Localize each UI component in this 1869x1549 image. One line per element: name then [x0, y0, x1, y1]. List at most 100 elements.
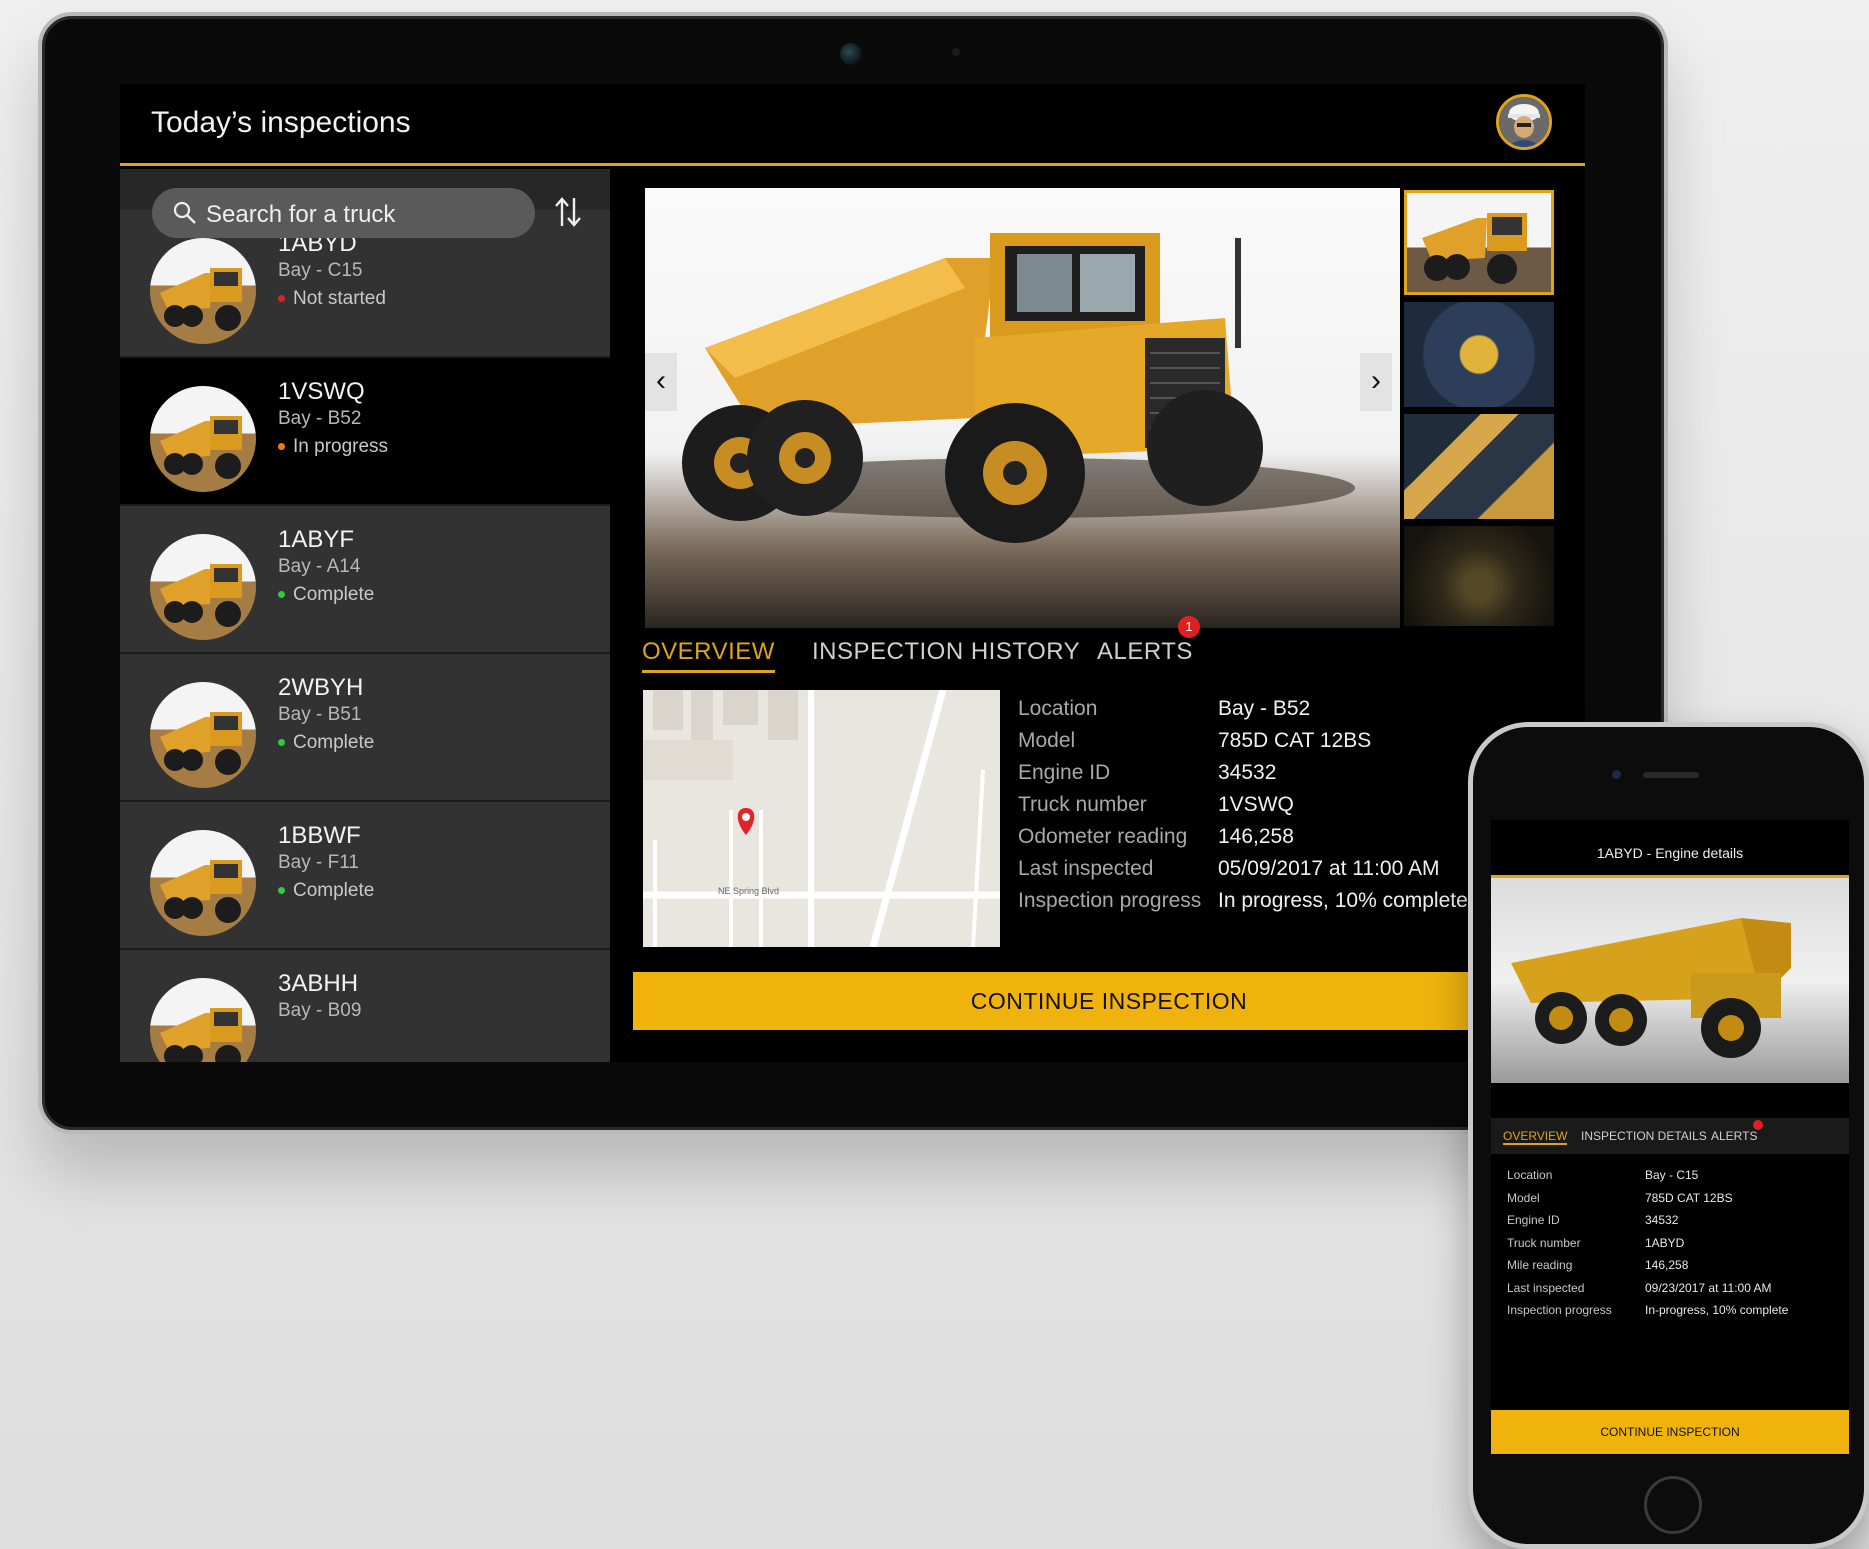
chevron-right-icon: › — [1371, 364, 1381, 397]
status-dot — [278, 443, 285, 451]
truck-bay: Bay - C15 — [278, 260, 363, 281]
phone-detail-label: Model — [1507, 1190, 1540, 1205]
phone-speaker — [1643, 772, 1699, 778]
truck-id: 3ABHH — [278, 970, 359, 997]
truck-list-item[interactable]: 1ABYF Bay - A14 Complete — [120, 506, 610, 654]
continue-inspection-button[interactable]: CONTINUE INSPECTION — [633, 972, 1585, 1030]
phone-alert-badge — [1753, 1120, 1763, 1130]
worker-avatar-icon — [1499, 97, 1549, 147]
gallery-thumbnail[interactable] — [1404, 190, 1554, 295]
tablet-camera — [840, 43, 862, 65]
map-graphic — [643, 690, 1000, 947]
phone-detail-value: 34532 — [1645, 1213, 1679, 1227]
detail-label: Odometer reading — [1018, 825, 1188, 848]
truck-bay: Bay - B09 — [278, 1000, 362, 1021]
status-text: Complete — [293, 732, 375, 753]
truck-hero-image — [645, 188, 1400, 628]
avatar[interactable] — [1496, 94, 1552, 150]
detail-value: In progress, 10% complete — [1218, 889, 1468, 912]
tab-inspection-history[interactable]: INSPECTION HISTORY — [812, 638, 1080, 666]
detail-label: Truck number — [1018, 793, 1147, 816]
status-text: Complete — [293, 880, 375, 901]
phone-tab-alerts[interactable]: ALERTS — [1711, 1129, 1757, 1143]
tab-overview[interactable]: OVERVIEW — [642, 638, 775, 673]
truck-avatar — [150, 238, 256, 344]
tablet-sensor — [952, 48, 960, 56]
phone-tab-overview[interactable]: OVERVIEW — [1503, 1129, 1568, 1145]
phone-detail-label: Inspection progress — [1507, 1303, 1612, 1317]
gallery-thumbnail[interactable] — [1404, 414, 1554, 519]
search-input[interactable]: Search for a truck — [152, 188, 535, 238]
truck-id: 2WBYH — [278, 674, 364, 701]
truck-list-item[interactable]: 2WBYH Bay - B51 Complete — [120, 654, 610, 802]
phone-detail-value: 146,258 — [1645, 1258, 1689, 1272]
truck-status: Complete — [278, 732, 374, 754]
mining-truck-illustration — [1511, 918, 1791, 1058]
truck-thumbnail-icon — [160, 268, 242, 331]
dump-truck-illustration — [682, 233, 1355, 543]
detail-value: 05/09/2017 at 11:00 AM — [1218, 857, 1440, 880]
detail-value: Bay - B52 — [1218, 697, 1311, 720]
phone-tab-inspection-details[interactable]: INSPECTION DETAILS — [1581, 1129, 1707, 1143]
tablet-screen: Today’s inspections 1ABYD Bay - C15 Not st… — [120, 84, 1585, 1062]
truck-list-sidebar: 1ABYD Bay - C15 Not started 1VSWQ Bay - B52 I… — [120, 169, 610, 1062]
truck-list-item[interactable]: 1VSWQ Bay - B52 In progress — [120, 358, 610, 506]
status-text: Complete — [293, 584, 375, 605]
phone-detail-value: 785D CAT 12BS — [1645, 1190, 1733, 1205]
status-text: Not started — [293, 288, 386, 309]
gallery-thumbnail[interactable] — [1404, 526, 1554, 626]
phone-screen: 1ABYD - Engine details OVERVIEW INSPECTI… — [1491, 820, 1849, 1455]
phone-continue-inspection-button[interactable]: CONTINUE INSPECTION — [1491, 1410, 1849, 1454]
next-image-button[interactable]: › — [1360, 353, 1392, 411]
phone-detail-label: Truck number — [1507, 1235, 1581, 1250]
detail-label: Location — [1018, 697, 1098, 720]
status-dot — [278, 739, 285, 747]
truck-id: 1BBWF — [278, 822, 361, 849]
alert-count-badge: 1 — [1178, 616, 1200, 638]
detail-value: 34532 — [1218, 761, 1277, 784]
phone-detail-value: In-progress, 10% complete — [1645, 1303, 1789, 1317]
status-text: In progress — [293, 436, 389, 457]
chevron-left-icon: ‹ — [656, 364, 666, 397]
sort-icon — [555, 197, 581, 227]
truck-status: Not started — [278, 288, 386, 310]
detail-label: Model — [1018, 729, 1076, 752]
truck-id: 1ABYF — [278, 526, 355, 553]
status-dot — [278, 591, 285, 599]
detail-value: 785D CAT 12BS — [1218, 729, 1372, 752]
detail-value: 146,258 — [1218, 825, 1294, 848]
phone-detail-label: Mile reading — [1507, 1258, 1573, 1272]
truck-list-item[interactable]: 3ABHH Bay - B09 — [120, 950, 610, 1062]
truck-bay: Bay - B52 — [278, 408, 362, 429]
truck-list-item[interactable]: 1BBWF Bay - F11 Complete — [120, 802, 610, 950]
truck-bay: Bay - B51 — [278, 704, 362, 725]
truck-status: Complete — [278, 880, 374, 902]
previous-image-button[interactable]: ‹ — [645, 353, 677, 411]
truck-status: Complete — [278, 584, 374, 606]
app-header: Today’s inspections — [120, 84, 1585, 166]
phone-detail-label: Location — [1507, 1168, 1553, 1182]
truck-bay: Bay - F11 — [278, 852, 359, 873]
phone-home-button[interactable] — [1644, 1476, 1702, 1534]
truck-status: In progress — [278, 436, 388, 458]
tab-alerts[interactable]: ALERTS — [1097, 638, 1193, 666]
detail-label: Engine ID — [1018, 761, 1111, 784]
status-dot — [278, 295, 285, 303]
truck-avatar — [150, 534, 256, 640]
detail-label: Inspection progress — [1018, 889, 1202, 912]
gallery-thumbnail[interactable] — [1404, 302, 1554, 407]
page-title: Today’s inspections — [151, 106, 411, 139]
truck-thumbnail-icon — [160, 712, 242, 775]
search-placeholder: Search for a truck — [206, 201, 396, 228]
truck-thumbnail-icon — [160, 1008, 242, 1062]
search-icon — [173, 201, 196, 224]
truck-bay: Bay - A14 — [278, 556, 361, 577]
phone-truck-image — [1491, 878, 1849, 1083]
truck-thumbnail-icon — [160, 860, 242, 923]
phone-detail-label: Engine ID — [1507, 1213, 1560, 1227]
sort-button[interactable] — [548, 194, 588, 234]
location-map[interactable]: NE Spring Blvd — [643, 690, 1000, 947]
detail-label: Last inspected — [1018, 857, 1154, 880]
phone-detail-label: Last inspected — [1507, 1280, 1585, 1295]
phone-title: 1ABYD - Engine details — [1596, 845, 1744, 861]
